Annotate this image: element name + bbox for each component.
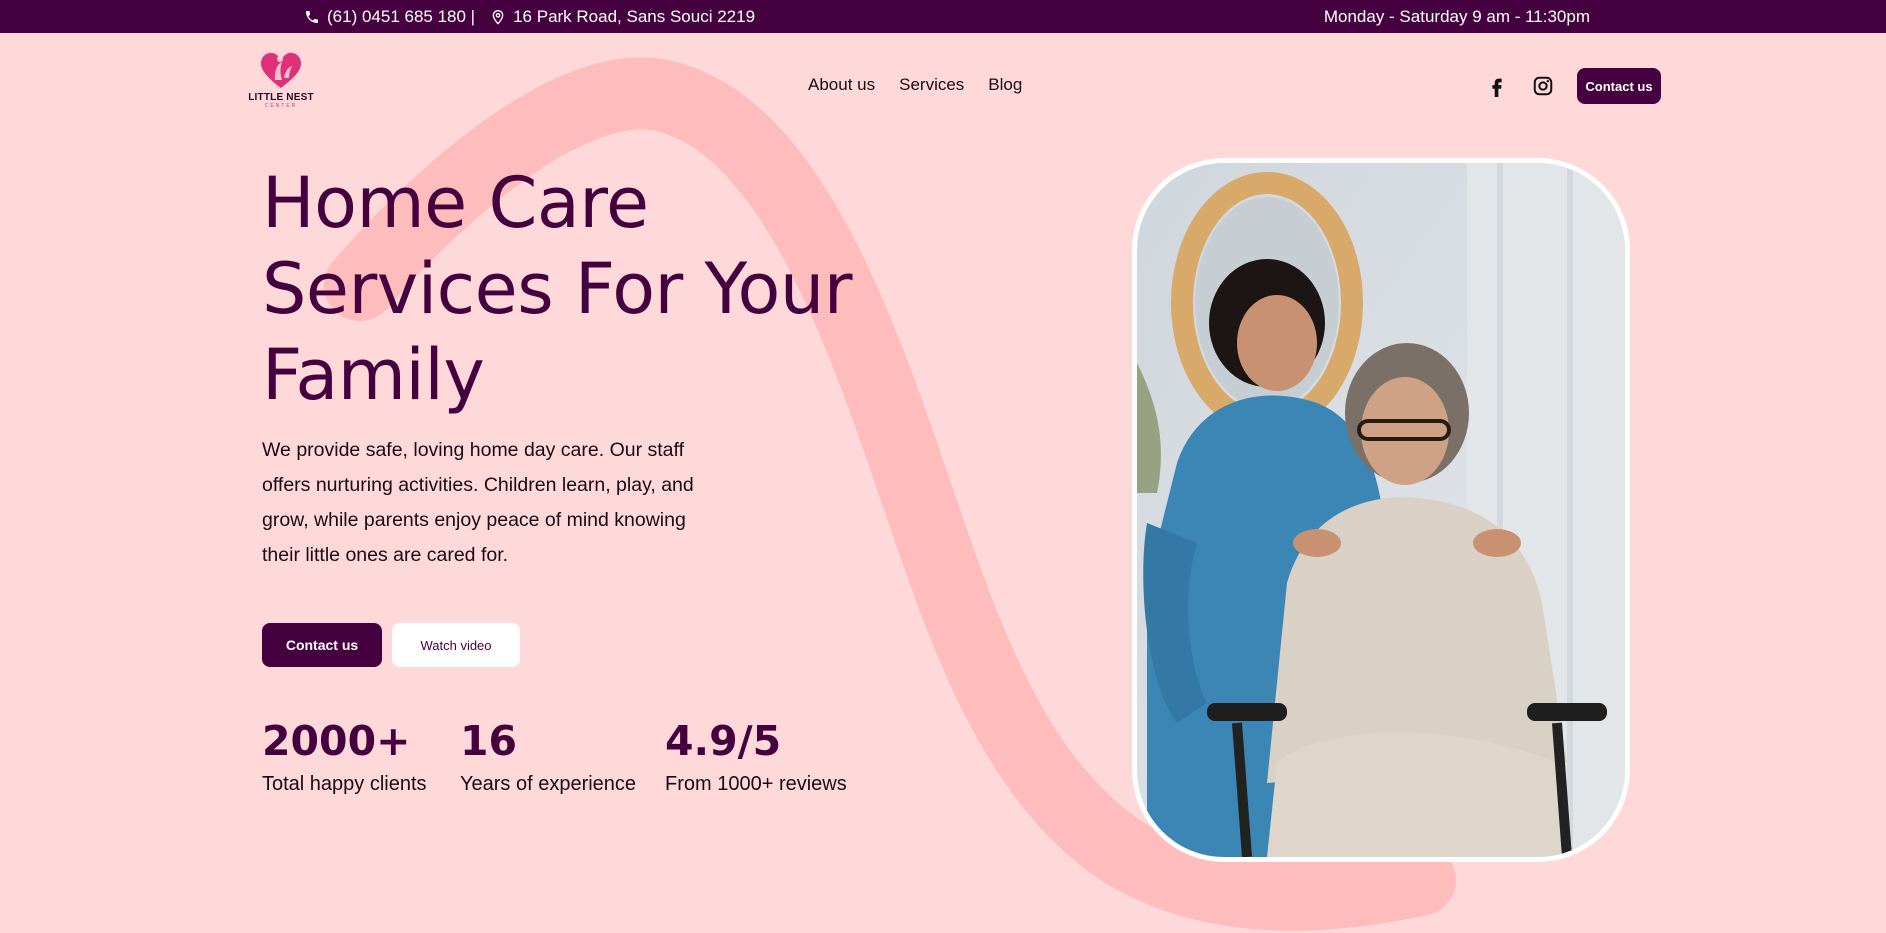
logo-subtitle: CENTER [264,103,298,109]
hero-description: We provide safe, loving home day care. O… [262,439,694,566]
nav-services[interactable]: Services [899,75,964,95]
stat-label: Years of experience [460,773,637,795]
logo-name: LITTLE NEST [248,92,314,103]
stat-item: 16 Years of experience [460,715,665,796]
hero-contact-button[interactable]: Contact us [262,623,382,667]
heart-logo-icon [260,52,302,88]
hero-title: Home Care Services For Your Family [262,160,882,418]
address-text: 16 Park Road, Sans Souci 2219 [513,6,756,26]
header-contact-button[interactable]: Contact us [1577,68,1661,104]
phone-icon [303,8,321,26]
facebook-icon[interactable] [1485,74,1509,98]
hero-title-line-2: Services For Your [262,248,853,330]
stat-item: 2000+ Total happy clients [262,715,460,796]
stat-label: From 1000+ reviews [665,773,847,795]
main-nav: About us Services Blog [808,75,1022,95]
top-info-bar: (61) 0451 685 180 | 16 Park Road, Sans S… [0,0,1886,33]
stat-item: 4.9/5 From 1000+ reviews [665,715,847,796]
stat-value: 4.9/5 [665,717,782,765]
caregiver-photo-illustration [1137,163,1625,857]
hero-photo [1132,158,1630,862]
contact-info: (61) 0451 685 180 | 16 Park Road, Sans S… [303,0,755,33]
site-logo[interactable]: LITTLE NEST CENTER [248,50,314,116]
stats-row: 2000+ Total happy clients 16 Years of ex… [262,715,847,796]
opening-hours: Monday - Saturday 9 am - 11:30pm [1323,6,1590,26]
instagram-icon[interactable] [1531,74,1555,98]
phone-number[interactable]: (61) 0451 685 180 | [327,7,475,27]
hero-title-line-3: Family [262,334,485,416]
stat-value: 2000+ [262,717,411,765]
stat-label: Total happy clients [262,773,427,795]
watch-video-button[interactable]: Watch video [392,623,520,667]
stat-value: 16 [460,717,518,765]
header-actions: Contact us [1485,68,1661,104]
nav-about-us[interactable]: About us [808,75,875,95]
hero-title-line-1: Home Care [262,162,649,244]
nav-blog[interactable]: Blog [988,75,1022,95]
hero-buttons: Contact us Watch video [262,623,520,667]
location-pin-icon [489,8,507,26]
